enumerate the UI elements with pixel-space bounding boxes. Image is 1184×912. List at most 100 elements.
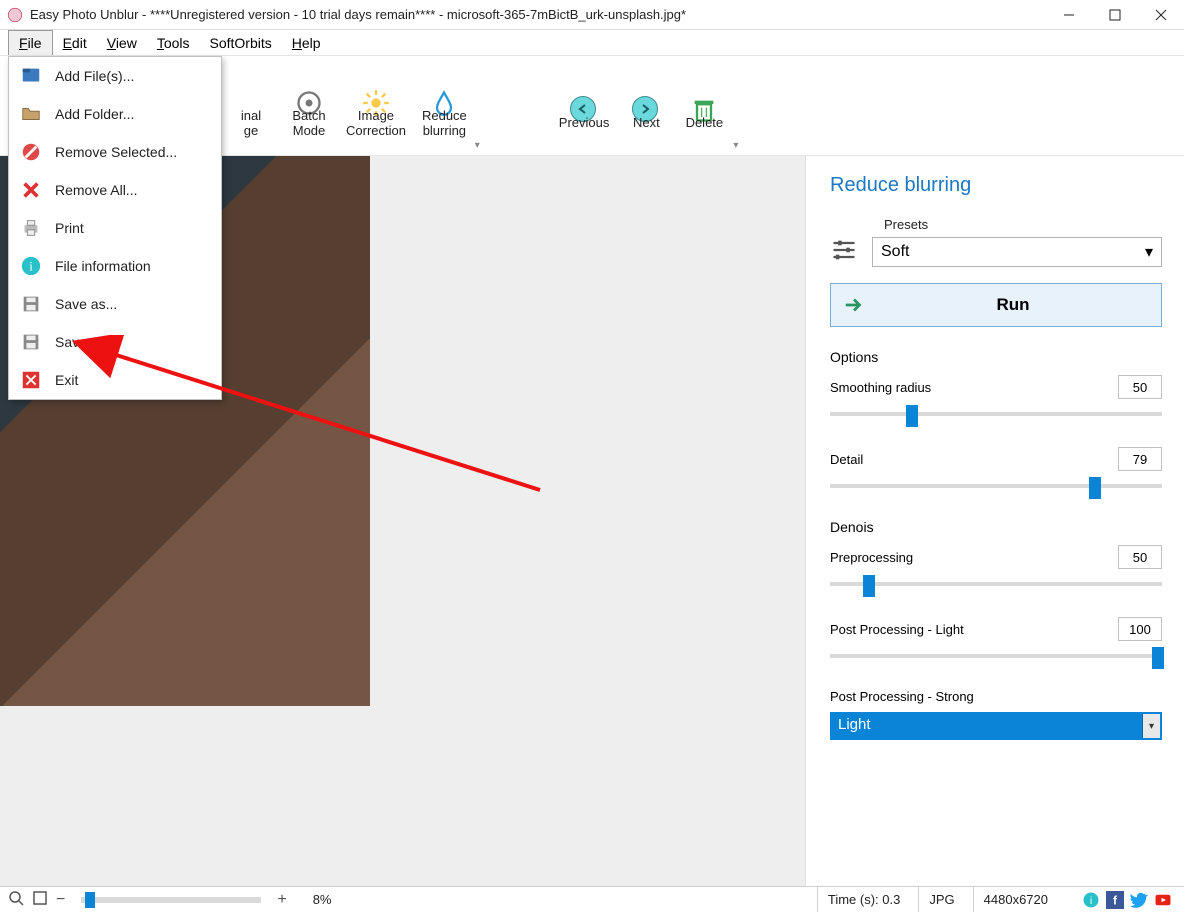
postprocessing-strong-select[interactable]: Light ▾ <box>830 712 1162 740</box>
original-image-icon <box>237 74 265 102</box>
toolbar-label: Delete <box>686 115 724 130</box>
toolbar-label: Batch Mode <box>292 108 325 138</box>
postprocessing-light-slider[interactable] <box>830 647 1162 665</box>
presets-value: Soft <box>881 243 909 261</box>
remove-all-icon <box>17 176 45 204</box>
info-icon[interactable]: i <box>1082 891 1100 909</box>
file-menu-dropdown: Add File(s)... Add Folder... Remove Sele… <box>8 56 222 400</box>
preprocessing-slider[interactable] <box>830 575 1162 593</box>
chevron-down-icon: ▾ <box>1142 714 1160 738</box>
preprocessing-option: Preprocessing 50 <box>830 545 1162 593</box>
toolbar-label: Next <box>633 115 660 130</box>
menu-file-information[interactable]: i File information <box>9 247 221 285</box>
smoothing-radius-value[interactable]: 50 <box>1118 375 1162 399</box>
toolbar-label: Reduce blurring <box>422 108 467 138</box>
youtube-icon[interactable] <box>1154 891 1172 909</box>
menu-label: Remove Selected... <box>55 144 177 160</box>
toolbar-previous[interactable]: Previous <box>551 56 618 155</box>
trash-icon <box>690 81 718 109</box>
postprocessing-light-value[interactable]: 100 <box>1118 617 1162 641</box>
menu-label: Add Folder... <box>55 106 134 122</box>
detail-option: Detail 79 <box>830 447 1162 495</box>
svg-text:i: i <box>29 260 33 274</box>
run-button[interactable]: Run <box>830 283 1162 327</box>
menu-remove-selected[interactable]: Remove Selected... <box>9 133 221 171</box>
menu-exit[interactable]: Exit <box>9 361 221 399</box>
zoom-reset-icon[interactable] <box>8 890 24 909</box>
toolbar-overflow-icon[interactable]: ▾ <box>733 140 741 151</box>
gear-icon <box>295 74 323 102</box>
menu-label: Add File(s)... <box>55 68 134 84</box>
close-icon <box>17 366 45 394</box>
menu-file[interactable]: File <box>8 30 53 55</box>
toolbar-image-correction[interactable]: Image Correction <box>338 56 414 155</box>
info-icon: i <box>17 252 45 280</box>
smoothing-radius-option: Smoothing radius 50 <box>830 375 1162 423</box>
menu-softorbits[interactable]: SoftOrbits <box>200 30 282 55</box>
maximize-button[interactable] <box>1092 0 1138 30</box>
app-icon <box>6 6 24 24</box>
menu-label: Save as... <box>55 296 117 312</box>
close-button[interactable] <box>1138 0 1184 30</box>
toolbar-original-image[interactable]: inal ge <box>222 56 280 155</box>
menu-label: Remove All... <box>55 182 137 198</box>
presets-select[interactable]: Soft ▾ <box>872 237 1162 267</box>
run-icon <box>843 294 865 316</box>
previous-icon <box>570 81 598 109</box>
zoom-out-icon[interactable]: − <box>56 891 65 909</box>
zoom-percent: 8% <box>313 892 332 907</box>
remove-selected-icon <box>17 138 45 166</box>
drop-icon <box>430 74 458 102</box>
printer-icon <box>17 214 45 242</box>
toolbar-batch-mode[interactable]: Batch Mode <box>280 56 338 155</box>
menu-label: Save <box>55 334 87 350</box>
titlebar: Easy Photo Unblur - ****Unregistered ver… <box>0 0 1184 30</box>
sliders-icon <box>830 236 858 267</box>
menu-tools[interactable]: Tools <box>147 30 200 55</box>
menu-add-files[interactable]: Add File(s)... <box>9 57 221 95</box>
postprocessing-strong-value: Light <box>832 714 1142 738</box>
menu-label: Exit <box>55 372 78 388</box>
postprocessing-strong-label: Post Processing - Strong <box>830 689 1162 704</box>
postprocessing-light-option: Post Processing - Light 100 <box>830 617 1162 665</box>
minimize-button[interactable] <box>1046 0 1092 30</box>
option-label: Post Processing - Light <box>830 622 964 637</box>
facebook-icon[interactable]: f <box>1106 891 1124 909</box>
menu-save-as[interactable]: Save as... <box>9 285 221 323</box>
toolbar-next[interactable]: Next <box>617 56 675 155</box>
panel-title: Reduce blurring <box>830 174 1162 197</box>
detail-value[interactable]: 79 <box>1118 447 1162 471</box>
menu-save[interactable]: Save <box>9 323 221 361</box>
toolbar-overflow-icon[interactable]: ▾ <box>475 140 483 151</box>
options-label: Options <box>830 349 1162 365</box>
fit-screen-icon[interactable] <box>32 890 48 909</box>
twitter-icon[interactable] <box>1130 891 1148 909</box>
floppy-icon <box>17 290 45 318</box>
smoothing-radius-slider[interactable] <box>830 405 1162 423</box>
window-title: Easy Photo Unblur - ****Unregistered ver… <box>30 7 1046 22</box>
toolbar-reduce-blurring[interactable]: Reduce blurring <box>414 56 475 155</box>
statusbar: − + 8% Time (s): 0.3 JPG 4480x6720 i f <box>0 886 1184 912</box>
preprocessing-value[interactable]: 50 <box>1118 545 1162 569</box>
toolbar-label: Previous <box>559 115 610 130</box>
menu-add-folder[interactable]: Add Folder... <box>9 95 221 133</box>
folder-icon <box>17 100 45 128</box>
brightness-icon <box>362 74 390 102</box>
menu-view[interactable]: View <box>97 30 147 55</box>
detail-slider[interactable] <box>830 477 1162 495</box>
toolbar-delete[interactable]: Delete <box>675 56 733 155</box>
zoom-in-icon[interactable]: + <box>277 891 286 909</box>
status-dimensions: 4480x6720 <box>973 887 1058 912</box>
floppy-icon <box>17 328 45 356</box>
file-add-icon <box>17 62 45 90</box>
menubar: File Edit View Tools SoftOrbits Help <box>0 30 1184 56</box>
menu-edit[interactable]: Edit <box>53 30 97 55</box>
menu-help[interactable]: Help <box>282 30 331 55</box>
next-icon <box>632 81 660 109</box>
zoom-slider[interactable] <box>81 897 261 903</box>
reduce-blurring-panel: Reduce blurring Presets Soft ▾ Run Optio… <box>806 156 1184 886</box>
menu-remove-all[interactable]: Remove All... <box>9 171 221 209</box>
status-format: JPG <box>918 887 964 912</box>
status-time: Time (s): 0.3 <box>817 887 910 912</box>
menu-print[interactable]: Print <box>9 209 221 247</box>
